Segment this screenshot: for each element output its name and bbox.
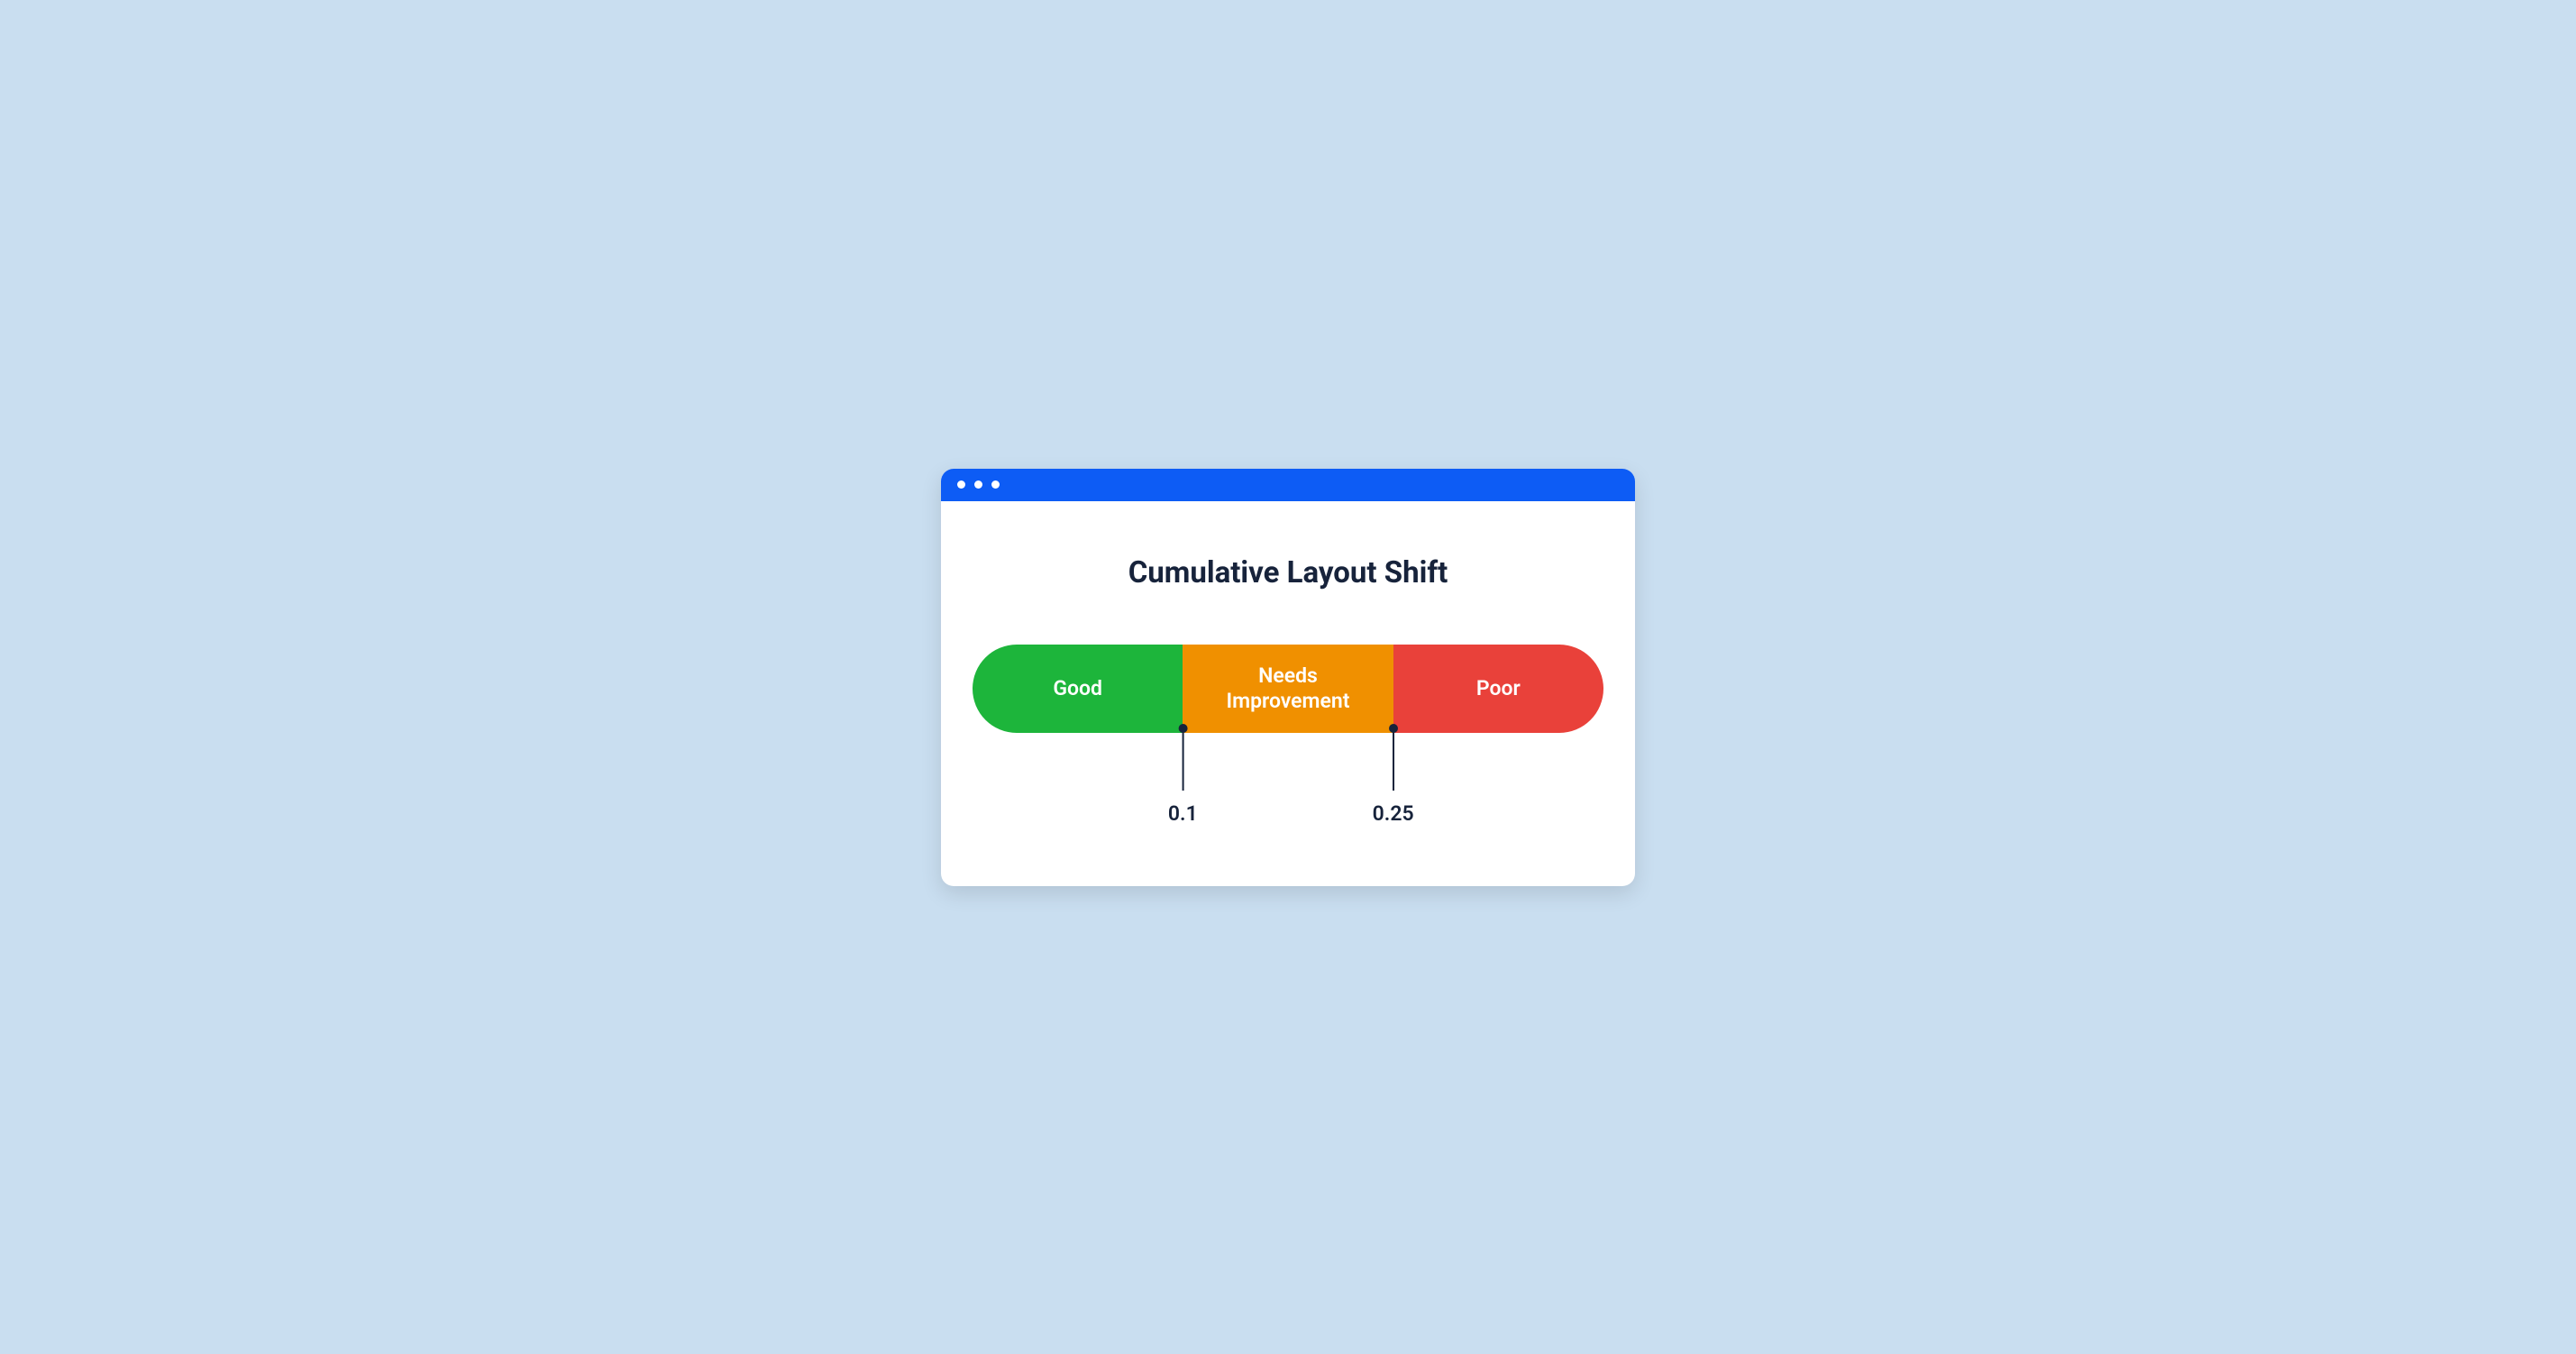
segment-needs-improvement: Needs Improvement xyxy=(1183,645,1393,733)
threshold-label-second: 0.25 xyxy=(1373,801,1414,826)
threshold-marker-second: 0.25 xyxy=(1373,724,1414,826)
title-bar xyxy=(941,469,1635,501)
marker-line xyxy=(1393,732,1394,791)
segment-good: Good xyxy=(973,645,1183,733)
metric-bar-container: Good Needs Improvement Poor 0.1 0.25 xyxy=(973,645,1603,841)
page-title: Cumulative Layout Shift xyxy=(968,555,1608,590)
window-dot-icon xyxy=(957,480,965,489)
content-area: Cumulative Layout Shift Good Needs Impro… xyxy=(941,501,1635,886)
spacer xyxy=(973,733,1603,841)
threshold-label-first: 0.1 xyxy=(1168,801,1198,826)
segment-needs-label: Needs Improvement xyxy=(1226,663,1349,713)
window-dot-icon xyxy=(974,480,982,489)
threshold-marker-first: 0.1 xyxy=(1168,724,1198,826)
segment-poor: Poor xyxy=(1393,645,1603,733)
window-dot-icon xyxy=(991,480,1000,489)
segment-good-label: Good xyxy=(1053,676,1102,701)
metric-bar: Good Needs Improvement Poor xyxy=(973,645,1603,733)
segment-poor-label: Poor xyxy=(1476,676,1521,701)
marker-line xyxy=(1182,732,1183,791)
browser-window: Cumulative Layout Shift Good Needs Impro… xyxy=(941,469,1635,886)
